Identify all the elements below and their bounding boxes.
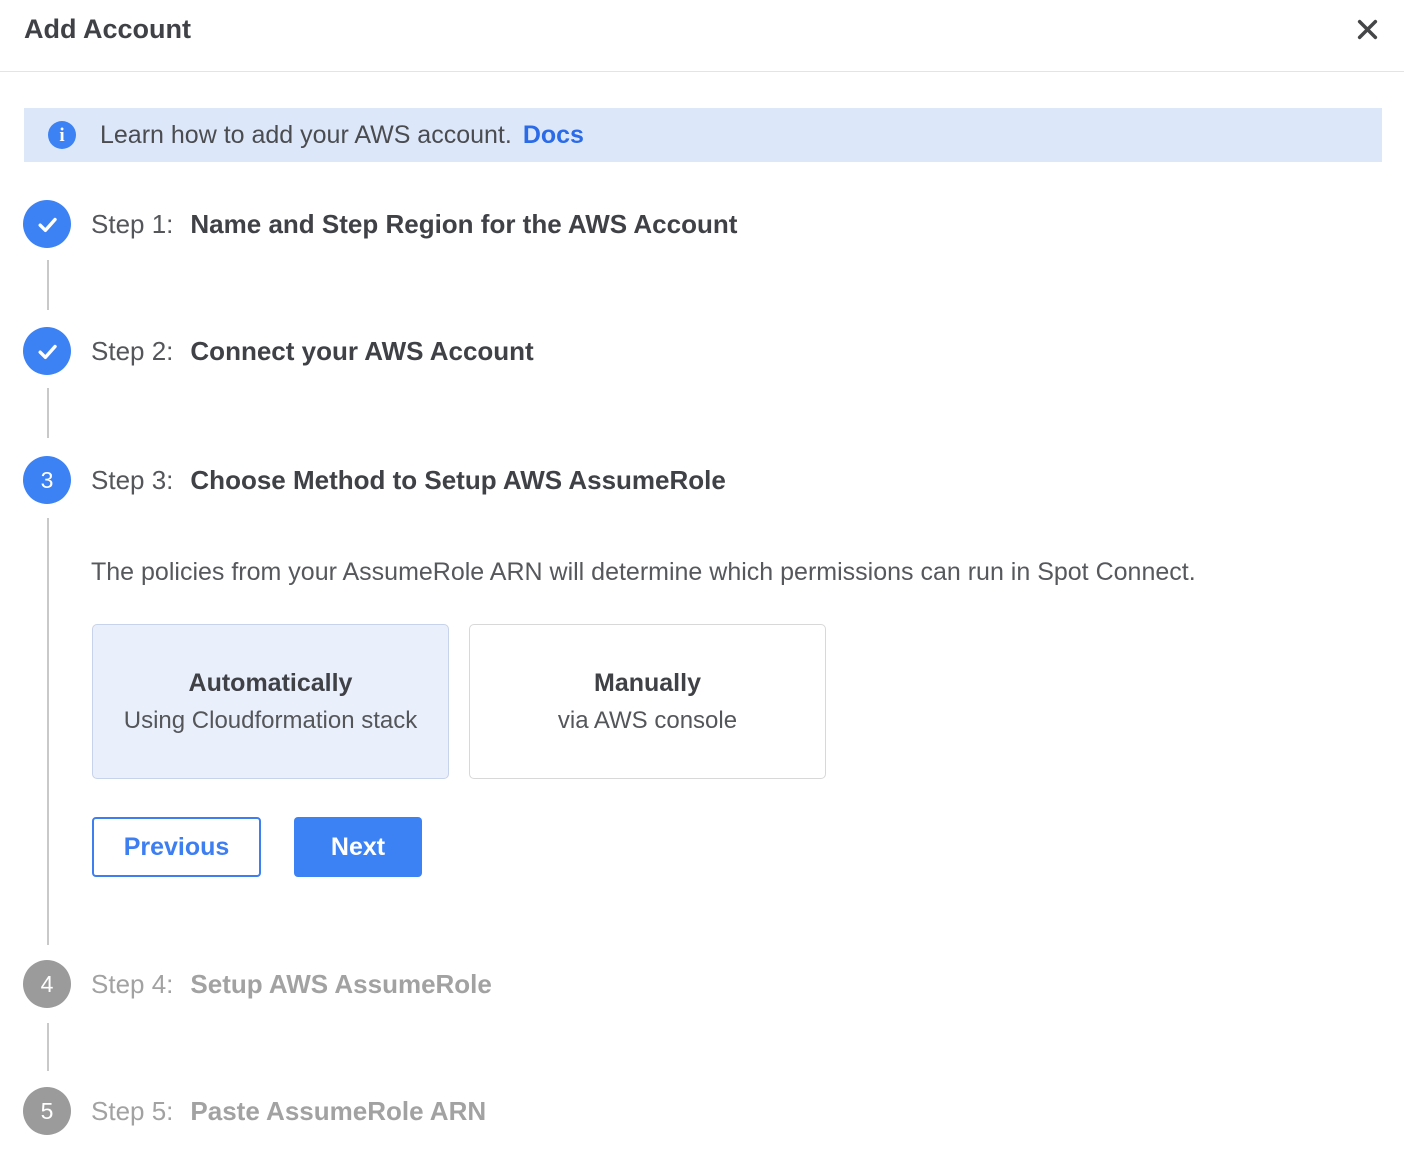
- option-automatically-card[interactable]: Automatically Using Cloudformation stack: [92, 624, 449, 779]
- step-label: Step 4:: [91, 969, 173, 1000]
- step-label: Step 5:: [91, 1096, 173, 1127]
- page-title: Add Account: [24, 14, 191, 45]
- info-icon: i: [48, 121, 76, 149]
- step-3-row: Step 3: Choose Method to Setup AWS Assum…: [91, 456, 726, 504]
- step-3-actions: Previous Next: [92, 817, 422, 877]
- step-title: Connect your AWS Account: [190, 336, 533, 367]
- option-title: Manually: [594, 669, 701, 698]
- option-title: Automatically: [189, 669, 353, 698]
- next-button[interactable]: Next: [294, 817, 422, 877]
- step-title: Choose Method to Setup AWS AssumeRole: [190, 465, 725, 496]
- step-5-row: Step 5: Paste AssumeRole ARN: [91, 1087, 486, 1135]
- step-connector: [47, 1023, 49, 1071]
- step-connector: [47, 518, 49, 945]
- step-connector: [47, 388, 49, 438]
- step-3-description: The policies from your AssumeRole ARN wi…: [91, 558, 1196, 587]
- close-icon: [1354, 16, 1381, 43]
- step-label: Step 1:: [91, 209, 173, 240]
- step-title: Name and Step Region for the AWS Account: [190, 209, 737, 240]
- modal-header: Add Account: [0, 0, 1404, 72]
- docs-link[interactable]: Docs: [523, 121, 584, 150]
- option-manually-card[interactable]: Manually via AWS console: [469, 624, 826, 779]
- step-3-indicator: 3: [23, 456, 71, 504]
- check-icon: [34, 338, 61, 365]
- step-connector: [47, 260, 49, 310]
- info-banner: i Learn how to add your AWS account. Doc…: [24, 108, 1382, 162]
- step-label: Step 3:: [91, 465, 173, 496]
- step-1-indicator: [23, 200, 71, 248]
- step-4-row: Step 4: Setup AWS AssumeRole: [91, 960, 492, 1008]
- step-title: Paste AssumeRole ARN: [190, 1096, 486, 1127]
- step-2-indicator: [23, 327, 71, 375]
- step-4-indicator: 4: [23, 960, 71, 1008]
- step-number: 3: [41, 467, 54, 494]
- step-label: Step 2:: [91, 336, 173, 367]
- close-button[interactable]: [1348, 10, 1386, 48]
- step-number: 4: [41, 971, 54, 998]
- step-1-row: Step 1: Name and Step Region for the AWS…: [91, 200, 737, 248]
- option-subtitle: via AWS console: [558, 707, 737, 735]
- step-5-indicator: 5: [23, 1087, 71, 1135]
- check-icon: [34, 211, 61, 238]
- step-2-row: Step 2: Connect your AWS Account: [91, 327, 534, 375]
- previous-button[interactable]: Previous: [92, 817, 261, 877]
- option-subtitle: Using Cloudformation stack: [124, 707, 417, 735]
- banner-text: Learn how to add your AWS account.: [100, 121, 512, 150]
- step-number: 5: [41, 1098, 54, 1125]
- setup-method-options: Automatically Using Cloudformation stack…: [92, 624, 826, 779]
- step-title: Setup AWS AssumeRole: [190, 969, 491, 1000]
